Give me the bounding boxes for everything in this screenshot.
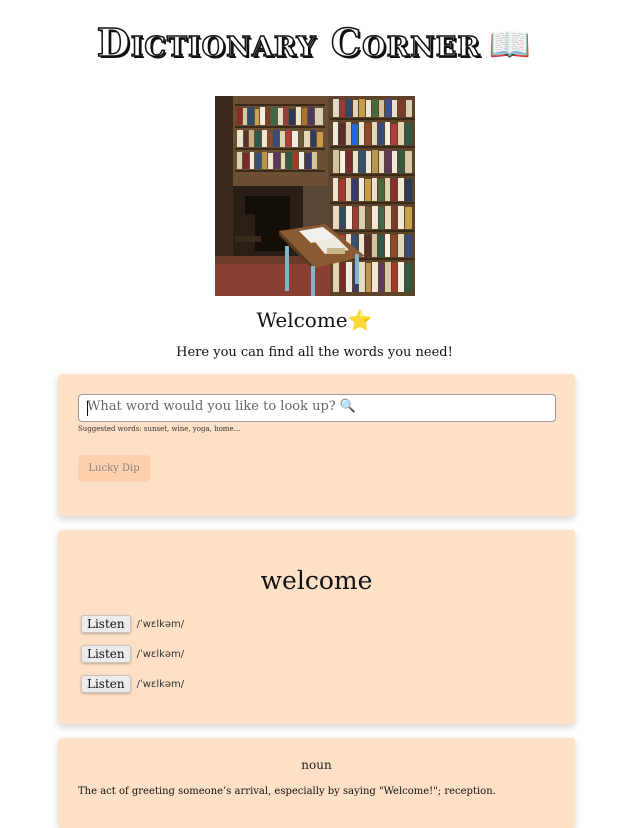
- page: Dictionary Corner 📖 Welcome⭐ Here you ca…: [0, 0, 629, 828]
- definition-text: The act of greeting someone’s arrival, e…: [78, 786, 496, 797]
- search-card: What word would you like to look up? 🔍 S…: [58, 374, 575, 516]
- tagline: Here you can find all the words you need…: [176, 345, 453, 360]
- text-caret: [87, 401, 88, 416]
- welcome-heading: Welcome⭐: [0, 308, 629, 334]
- search-placeholder: What word would you like to look up? 🔍: [87, 399, 357, 414]
- meaning-card: noun The act of greeting someone’s arriv…: [58, 738, 575, 828]
- welcome-text: Welcome: [256, 308, 348, 332]
- phonetic-row: Listen /ˈwɛlkəm/: [81, 609, 575, 639]
- word-card: welcome Listen /ˈwɛlkəm/ Listen /ˈwɛlkəm…: [58, 530, 575, 724]
- app-title-text: Dictionary Corner: [96, 19, 481, 66]
- phonetic-text: /ˈwɛlkəm/: [136, 678, 185, 690]
- part-of-speech: noun: [301, 758, 332, 772]
- app-title: Dictionary Corner 📖: [96, 19, 533, 66]
- phonetic-row: Listen /ˈwɛlkəm/: [81, 669, 575, 699]
- word-title: welcome: [260, 566, 373, 595]
- listen-button[interactable]: Listen: [81, 615, 131, 633]
- library-image: [214, 96, 415, 296]
- phonetic-text: /ˈwɛlkəm/: [136, 618, 185, 630]
- star-icon: ⭐: [347, 308, 373, 332]
- search-input[interactable]: What word would you like to look up? 🔍: [78, 394, 556, 422]
- header: Dictionary Corner 📖: [0, 0, 629, 72]
- listen-button[interactable]: Listen: [81, 675, 131, 693]
- phonetic-row: Listen /ˈwɛlkəm/: [81, 639, 575, 669]
- phonetic-text: /ˈwɛlkəm/: [136, 648, 185, 660]
- library-illustration: [214, 96, 415, 296]
- listen-button[interactable]: Listen: [81, 645, 131, 663]
- lucky-dip-button[interactable]: Lucky Dip: [78, 455, 150, 482]
- suggested-words: Suggested words: sunset, wine, yoga, hom…: [78, 425, 241, 433]
- book-icon: 📖: [488, 25, 533, 65]
